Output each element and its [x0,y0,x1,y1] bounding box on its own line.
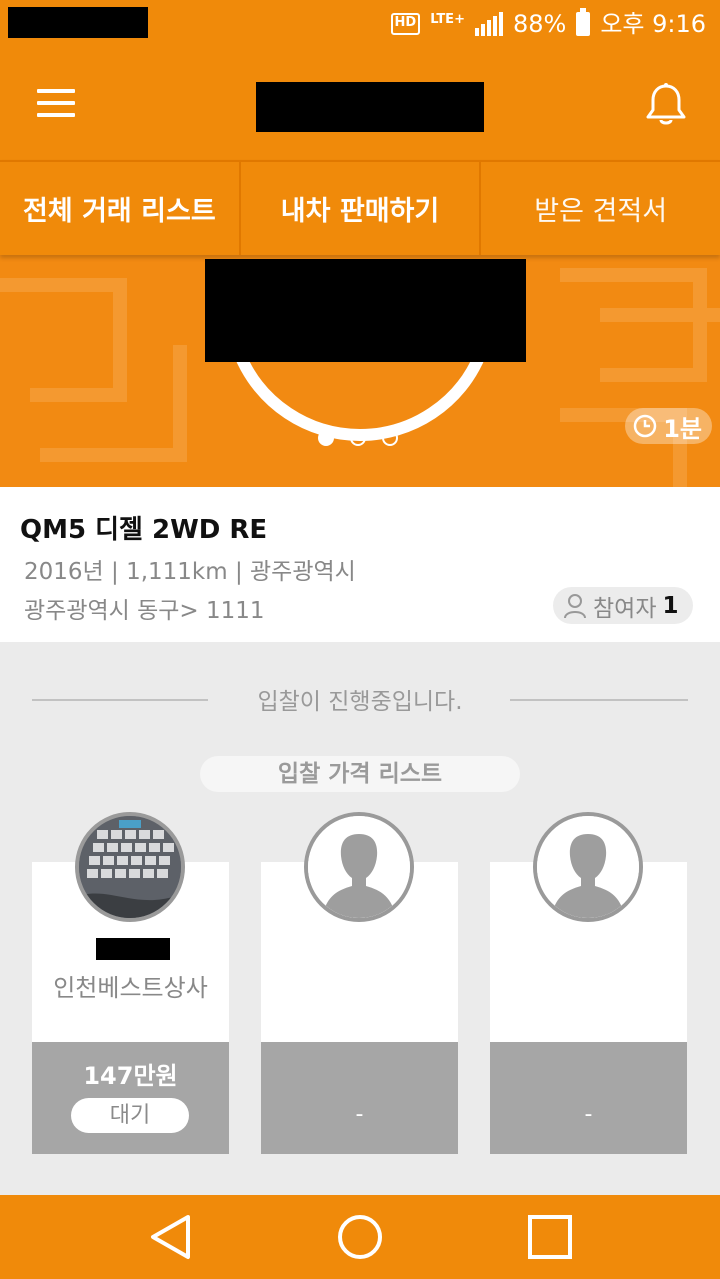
dealer-avatar [75,812,185,922]
system-nav-bar [0,1195,720,1279]
carousel-dots [318,430,398,446]
bid-card-footer: - [261,1042,458,1154]
bid-card-footer: 147만원 대기 [32,1042,229,1154]
carousel-dot[interactable] [382,430,398,446]
redacted-banner-logo [205,259,526,362]
bid-status-button[interactable]: 대기 [71,1098,189,1133]
status-indicators: HD LTE+ 88% 오후 9:16 [390,8,706,40]
car-title: QM5 디젤 2WD RE [20,515,268,545]
participants-label: 참여자 [593,595,657,622]
bid-list-title: 입찰 가격 리스트 [200,756,520,792]
app-bar [0,48,720,160]
home-button[interactable] [305,1195,415,1279]
participants-count: 1 [662,592,679,619]
status-bar: HD LTE+ 88% 오후 9:16 [0,0,720,48]
dealer-name: 인천베스트상사 [53,974,208,1002]
car-meta: 2016년 | 1,111km | 광주광역시 [24,559,356,585]
recent-apps-button[interactable] [495,1195,605,1279]
clock: 오후 9:16 [600,10,706,38]
listing-info-card: QM5 디젤 2WD RE 2016년 | 1,111km | 광주광역시 광주… [0,487,720,642]
car-address: 광주광역시 동구> 1111 [24,598,265,624]
default-avatar-icon [533,812,643,922]
back-triangle-icon [151,1215,190,1259]
recent-apps-square-icon [528,1215,572,1259]
battery-icon [576,8,591,36]
redacted-app-title [256,82,484,132]
participants-badge: 참여자 1 [553,587,693,624]
redacted-dealer-id [96,938,170,960]
bid-empty-placeholder: - [584,1102,593,1127]
tab-all-trades[interactable]: 전체 거래 리스트 [0,162,241,255]
tab-sell-my-car[interactable]: 내차 판매하기 [241,162,482,255]
home-circle-icon [338,1215,382,1259]
time-remaining-text: 1분 [663,414,702,443]
lte-icon: LTE+ [430,12,465,27]
signal-strength-icon [474,12,503,36]
bell-icon[interactable] [644,82,688,128]
clock-icon [633,414,657,438]
person-icon [564,593,586,618]
carousel-dot-active[interactable] [318,430,334,446]
default-avatar-icon [304,812,414,922]
bidding-status-text: 입찰이 진행중입니다. [257,689,463,715]
hamburger-menu-icon[interactable] [37,89,75,117]
bid-price: 147만원 [83,1062,178,1090]
redacted-notification-area [8,7,148,38]
tab-received-quotes[interactable]: 받은 견적서 [481,162,720,255]
main-tabs: 전체 거래 리스트 내차 판매하기 받은 견적서 [0,160,720,255]
photo-carousel[interactable]: 1분 [0,255,720,487]
carousel-dot[interactable] [350,430,366,446]
back-button[interactable] [115,1195,225,1279]
hd-voice-icon: HD [390,13,421,35]
battery-percent: 88% [512,10,567,38]
bid-empty-placeholder: - [355,1102,364,1127]
time-remaining-badge: 1분 [625,408,712,444]
bid-card-footer: - [490,1042,687,1154]
